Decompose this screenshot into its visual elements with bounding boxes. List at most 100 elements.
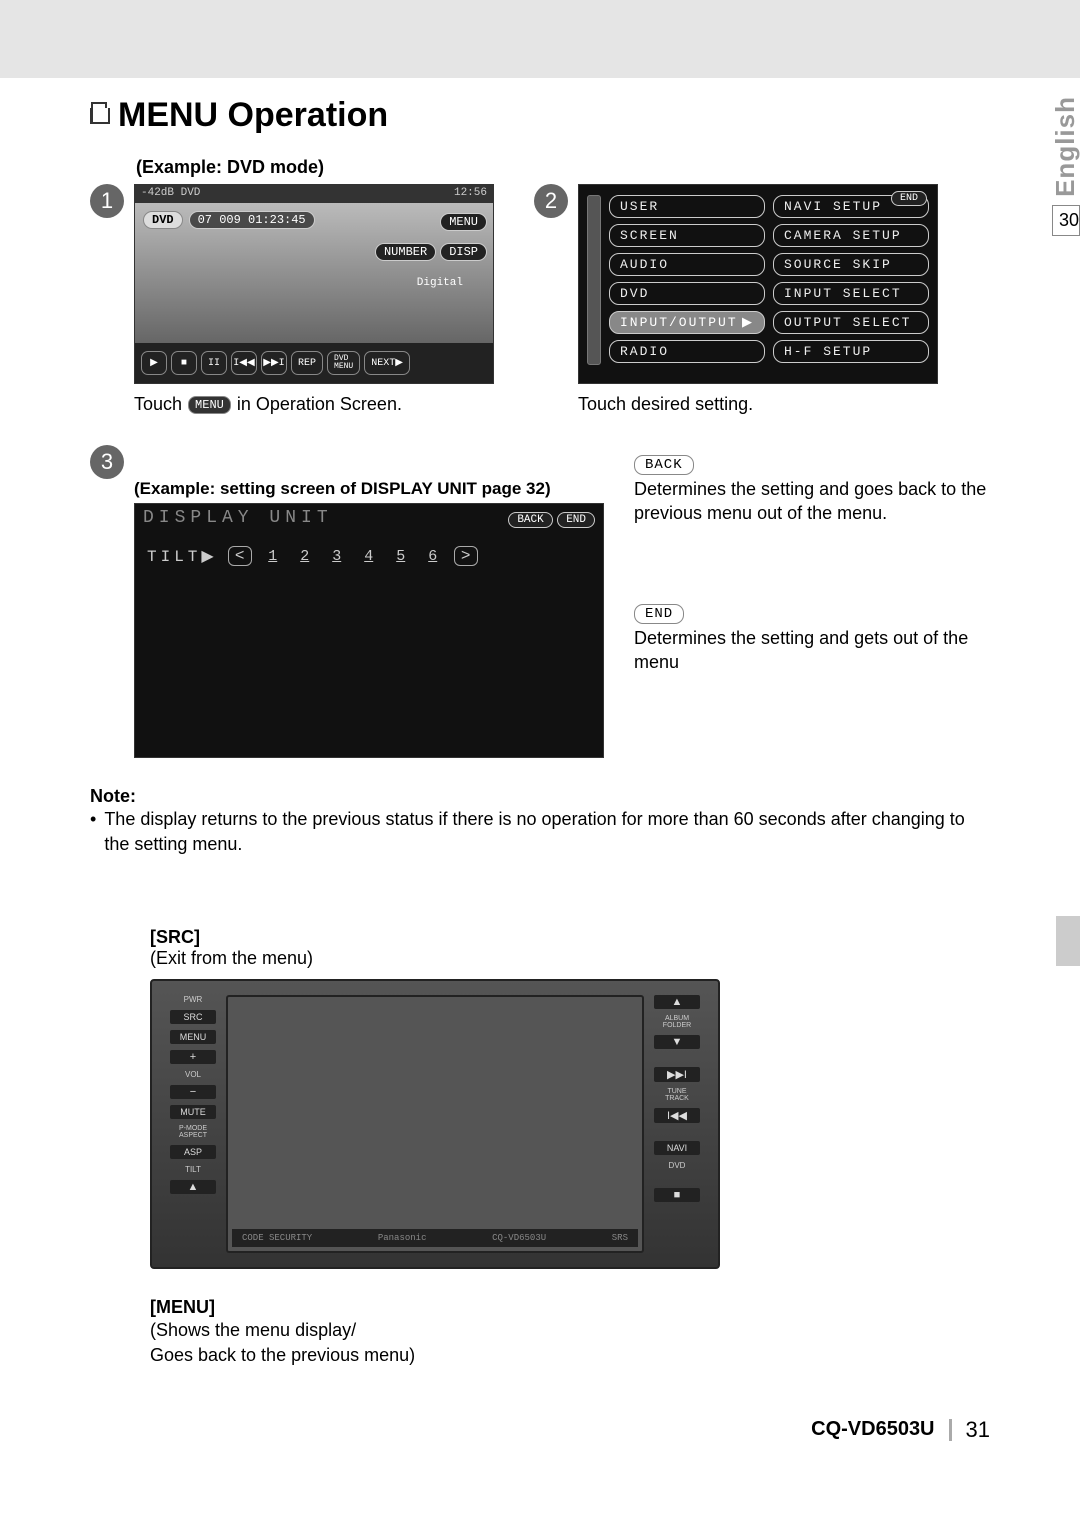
- tune-rev-button[interactable]: I◀◀: [654, 1108, 700, 1123]
- title-text: MENU Operation: [118, 96, 388, 135]
- next-button[interactable]: ▶▶I: [261, 351, 287, 375]
- tune-label: TUNE TRACK: [665, 1088, 689, 1102]
- tune-fwd-button[interactable]: ▶▶I: [654, 1067, 700, 1082]
- menu-radio[interactable]: RADIO: [609, 340, 765, 363]
- end-chip[interactable]: END: [891, 191, 927, 206]
- vol-down-button[interactable]: −: [170, 1085, 216, 1099]
- menu-audio[interactable]: AUDIO: [609, 253, 765, 276]
- menu-screen[interactable]: SCREEN: [609, 224, 765, 247]
- menu-camera[interactable]: CAMERA SETUP: [773, 224, 929, 247]
- device-bottom-strip: CODE SECURITY Panasonic CQ-VD6503U SRS: [232, 1229, 638, 1247]
- mute-button[interactable]: MUTE: [170, 1105, 216, 1119]
- dvd-chip: DVD: [143, 211, 183, 229]
- steps-row-1: 1 -42dB DVD 12:56 DVD 07 009 01:23:45 ME…: [90, 184, 990, 415]
- album-label: ALBUM FOLDER: [663, 1015, 691, 1029]
- menu-user[interactable]: USER: [609, 195, 765, 218]
- page-content: English 30 MENU Operation (Example: DVD …: [0, 96, 1080, 1483]
- eject-button[interactable]: ▲: [170, 1180, 216, 1194]
- topbar-left: -42dB DVD: [141, 187, 200, 201]
- display-unit-screen: DISPLAY UNIT BACK END TILT▶ < 1 2 3 4 5 …: [134, 503, 604, 758]
- dvd-screen: -42dB DVD 12:56 DVD 07 009 01:23:45 MENU…: [134, 184, 494, 384]
- s3-head: DISPLAY UNIT BACK END: [135, 504, 603, 532]
- device-right-buttons: ▲ ALBUM FOLDER ▼ ▶▶I TUNE TRACK I◀◀ NAVI…: [654, 995, 700, 1253]
- device-left-buttons: PWR SRC MENU + VOL − MUTE P-MODE ASPECT …: [170, 995, 216, 1253]
- menu-srcskip[interactable]: SOURCE SKIP: [773, 253, 929, 276]
- menu-io[interactable]: INPUT/OUTPUT▶: [609, 311, 765, 334]
- menu-chip-inline: MENU: [188, 396, 231, 414]
- tilt-left-button[interactable]: <: [228, 546, 252, 566]
- step-3-number: 3: [90, 445, 124, 479]
- end-button[interactable]: END: [557, 512, 595, 528]
- side-tab: English 30: [1050, 96, 1080, 236]
- track-info: 07 009 01:23:45: [189, 211, 315, 229]
- vert-strip: [587, 195, 601, 365]
- tilt-5[interactable]: 5: [390, 548, 412, 565]
- menu-hw-heading: [MENU]: [150, 1297, 990, 1318]
- side-gray-block: [1056, 916, 1080, 966]
- menu-right-col: NAVI SETUP CAMERA SETUP SOURCE SKIP INPU…: [773, 195, 929, 363]
- step-3-right: BACK Determines the setting and goes bac…: [634, 445, 990, 674]
- digital-label: Digital: [417, 277, 463, 289]
- language-label: English: [1050, 96, 1080, 197]
- menu-button[interactable]: MENU: [440, 213, 487, 231]
- tilt-4[interactable]: 4: [358, 548, 380, 565]
- prev-button[interactable]: I◀◀: [231, 351, 257, 375]
- prev-page-box: 30: [1052, 205, 1080, 236]
- tilt-row: TILT▶ < 1 2 3 4 5 6 >: [135, 532, 603, 580]
- back-button[interactable]: BACK: [508, 512, 552, 528]
- stop-button[interactable]: ■: [171, 351, 197, 375]
- step-1-number: 1: [90, 184, 124, 218]
- note-text: The display returns to the previous stat…: [104, 807, 990, 857]
- tilt-3[interactable]: 3: [326, 548, 348, 565]
- topbar-time: 12:56: [454, 187, 487, 201]
- open-button[interactable]: ■: [654, 1188, 700, 1202]
- cap1-pre: Touch: [134, 394, 182, 415]
- src-button[interactable]: SRC: [170, 1010, 216, 1024]
- number-button[interactable]: NUMBER: [375, 243, 436, 261]
- strip-model: CQ-VD6503U: [492, 1233, 546, 1243]
- vol-label: VOL: [185, 1070, 201, 1079]
- vol-up-button[interactable]: +: [170, 1050, 216, 1064]
- transport-bar: ▶ ■ II I◀◀ ▶▶I REP DVD MENU NEXT▶: [135, 343, 493, 383]
- rep-button[interactable]: REP: [291, 351, 323, 375]
- note-body: • The display returns to the previous st…: [90, 807, 990, 857]
- code-sec: CODE SECURITY: [242, 1233, 312, 1243]
- number-disp-row: NUMBER DISP: [375, 243, 487, 261]
- nxt-button[interactable]: NEXT▶: [364, 351, 410, 375]
- page-title: MENU Operation: [90, 96, 990, 135]
- note-label: Note:: [90, 786, 990, 807]
- play-button[interactable]: ▶: [141, 351, 167, 375]
- album-down-button[interactable]: ▼: [654, 1035, 700, 1049]
- dvd-hw-label: DVD: [669, 1161, 686, 1170]
- tilt-1[interactable]: 1: [262, 548, 284, 565]
- src-desc: (Exit from the menu): [150, 948, 990, 969]
- tilt-6[interactable]: 6: [422, 548, 444, 565]
- menu-outputsel[interactable]: OUTPUT SELECT: [773, 311, 929, 334]
- tilt-2[interactable]: 2: [294, 548, 316, 565]
- disp-button[interactable]: DISP: [440, 243, 487, 261]
- menu-hw-button[interactable]: MENU: [170, 1030, 216, 1044]
- pwr-label: PWR: [184, 995, 203, 1004]
- dvd-photo-area: DVD 07 009 01:23:45 MENU NUMBER DISP Dig…: [135, 203, 493, 343]
- top-gray-bar: [0, 0, 1080, 78]
- album-up-button[interactable]: ▲: [654, 995, 700, 1009]
- tilt-hw-label: TILT: [185, 1165, 201, 1174]
- asp-button[interactable]: ASP: [170, 1145, 216, 1159]
- device-unit: PWR SRC MENU + VOL − MUTE P-MODE ASPECT …: [150, 979, 720, 1269]
- step-2-caption: Touch desired setting.: [578, 394, 938, 415]
- step-2-number: 2: [534, 184, 568, 218]
- device-section: [SRC] (Exit from the menu) PWR SRC MENU …: [150, 927, 990, 1367]
- tilt-right-button[interactable]: >: [454, 546, 478, 566]
- display-unit-title: DISPLAY UNIT: [143, 508, 333, 528]
- footer-model: CQ-VD6503U: [811, 1418, 934, 1441]
- menu-hf[interactable]: H-F SETUP: [773, 340, 929, 363]
- dvdmenu-button[interactable]: DVD MENU: [327, 351, 360, 375]
- navi-button[interactable]: NAVI: [654, 1141, 700, 1155]
- menu-left-col: USER SCREEN AUDIO DVD INPUT/OUTPUT▶ RADI…: [609, 195, 765, 363]
- menu-dvd[interactable]: DVD: [609, 282, 765, 305]
- menu-inputsel[interactable]: INPUT SELECT: [773, 282, 929, 305]
- cap1-post: in Operation Screen.: [237, 394, 402, 415]
- pause-button[interactable]: II: [201, 351, 227, 375]
- end-chip-2: END: [634, 604, 684, 624]
- menu-list-screen: END USER SCREEN AUDIO DVD INPUT/OUTPUT▶ …: [578, 184, 938, 384]
